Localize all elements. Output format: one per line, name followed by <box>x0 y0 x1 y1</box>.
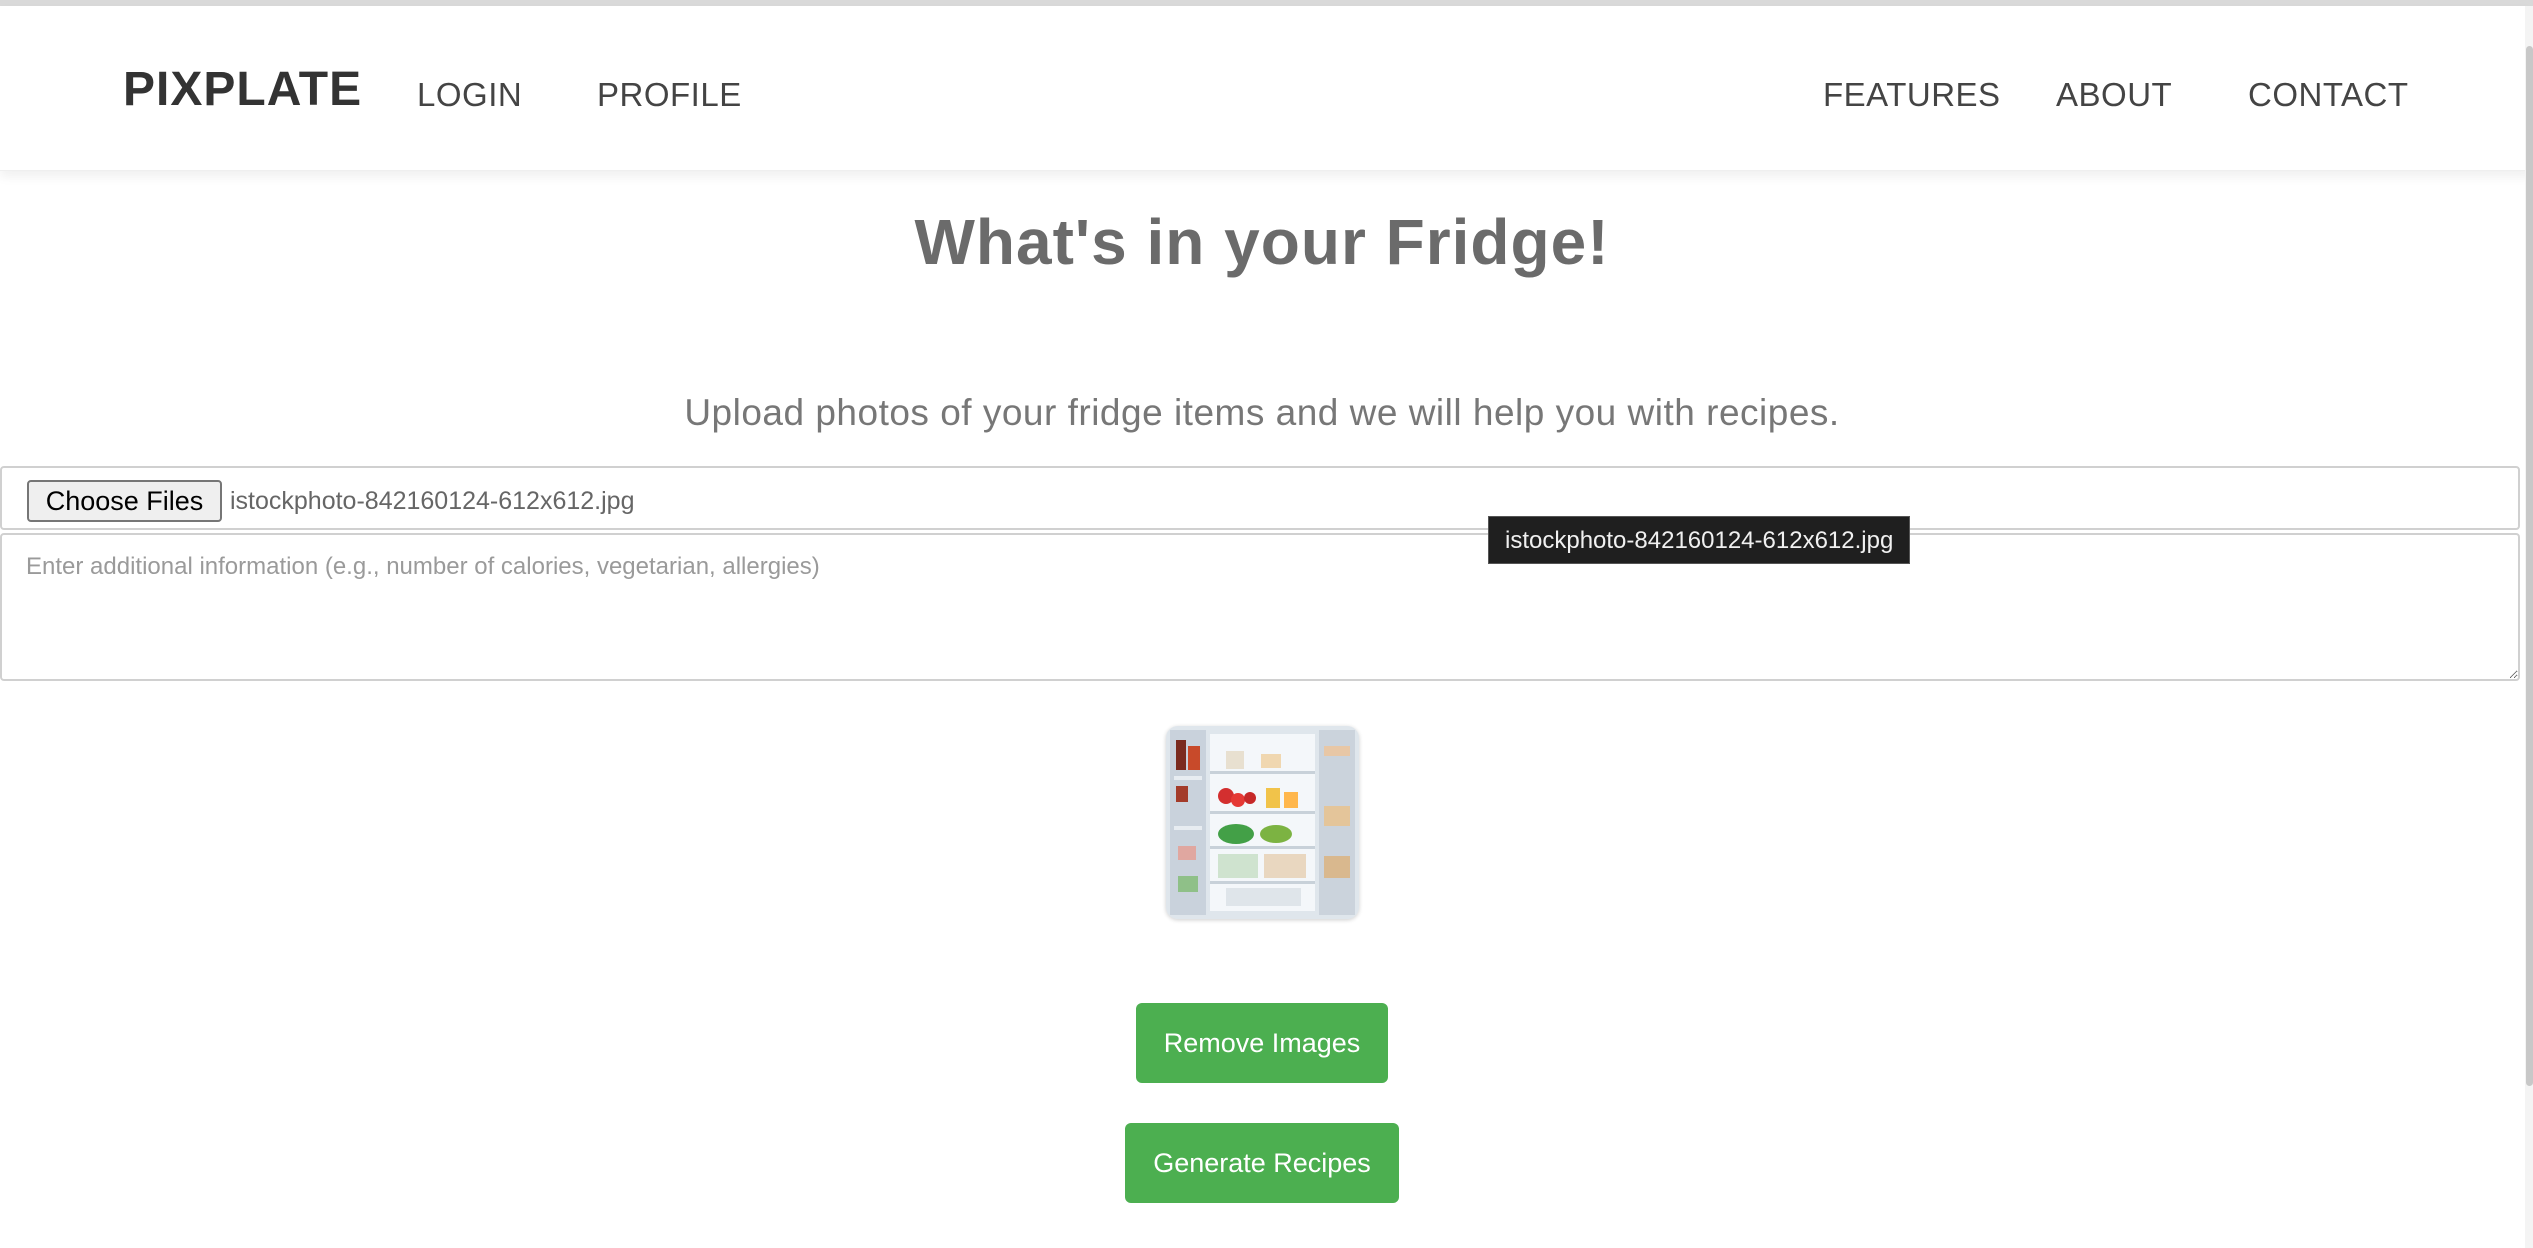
scrollbar-thumb[interactable] <box>2526 46 2533 1086</box>
fridge-image-preview <box>1166 726 1359 919</box>
brand-logo[interactable]: PIXPLATE <box>123 62 362 117</box>
choose-files-button[interactable]: Choose Files <box>27 480 222 522</box>
nav-login-link[interactable]: LOGIN <box>417 76 522 114</box>
additional-info-textarea[interactable] <box>0 533 2520 681</box>
nav-profile-link[interactable]: PROFILE <box>597 76 742 114</box>
navbar: PIXPLATE LOGIN PROFILE FEATURES ABOUT CO… <box>0 6 2533 171</box>
page-scrollbar[interactable] <box>2525 6 2533 1248</box>
selected-file-name: istockphoto-842160124-612x612.jpg <box>230 487 635 515</box>
page-title: What's in your Fridge! <box>914 206 1610 278</box>
file-upload-field[interactable]: Choose Files istockphoto-842160124-612x6… <box>0 466 2520 530</box>
nav-about-link[interactable]: ABOUT <box>2056 76 2172 114</box>
remove-images-button[interactable]: Remove Images <box>1136 1003 1388 1083</box>
nav-features-link[interactable]: FEATURES <box>1823 76 2001 114</box>
page-subtitle: Upload photos of your fridge items and w… <box>684 392 1840 433</box>
file-name-tooltip: istockphoto-842160124-612x612.jpg <box>1488 516 1911 564</box>
fridge-photo-icon <box>1166 726 1359 919</box>
generate-recipes-button[interactable]: Generate Recipes <box>1125 1123 1399 1203</box>
nav-contact-link[interactable]: CONTACT <box>2248 76 2409 114</box>
